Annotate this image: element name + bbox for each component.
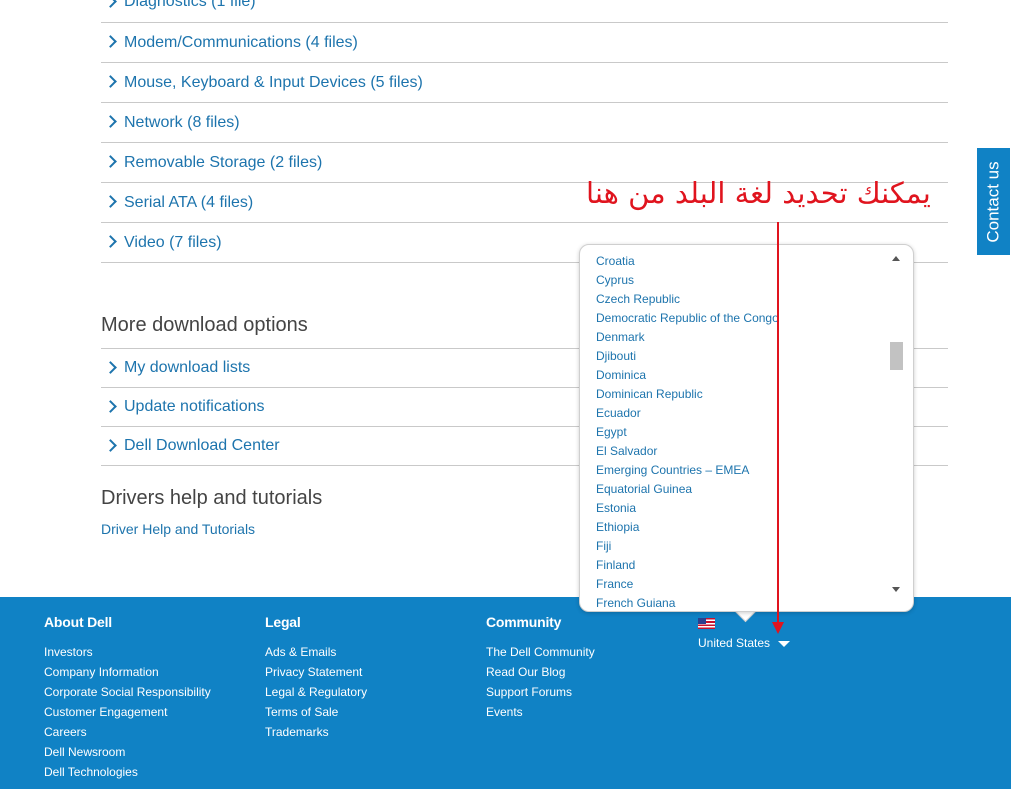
chevron-right-icon xyxy=(104,75,117,88)
country-option[interactable]: Democratic Republic of the Congo xyxy=(596,309,779,328)
country-option[interactable]: Djibouti xyxy=(596,347,779,366)
footer-link[interactable]: Terms of Sale xyxy=(265,704,367,724)
us-flag-icon xyxy=(698,618,715,629)
footer-community-title: Community xyxy=(486,614,562,630)
country-option[interactable]: Finland xyxy=(596,556,779,575)
country-option[interactable]: Emerging Countries – EMEA xyxy=(596,461,779,480)
footer: About Dell Investors Company Information… xyxy=(0,597,1011,789)
chevron-right-icon xyxy=(104,195,117,208)
country-option[interactable]: Estonia xyxy=(596,499,779,518)
chevron-right-icon xyxy=(104,235,117,248)
annotation-text: يمكنك تحديد لغة البلد من هنا xyxy=(586,176,931,210)
dropdown-scrollbar[interactable] xyxy=(888,250,905,600)
scroll-up-arrow-icon[interactable] xyxy=(892,256,900,261)
country-dropdown[interactable]: Croatia Cyprus Czech Republic Democratic… xyxy=(579,244,914,612)
country-option[interactable]: Ethiopia xyxy=(596,518,779,537)
country-option[interactable]: Czech Republic xyxy=(596,290,779,309)
footer-link[interactable]: Trademarks xyxy=(265,724,367,744)
chevron-right-icon xyxy=(104,115,117,128)
footer-link[interactable]: Careers xyxy=(44,724,211,744)
scrollbar-thumb[interactable] xyxy=(890,342,903,370)
footer-link[interactable]: Support Forums xyxy=(486,684,595,704)
more-download-options-title: More download options xyxy=(101,314,308,336)
chevron-right-icon xyxy=(104,155,117,168)
footer-legal-title: Legal xyxy=(265,614,301,630)
country-option[interactable]: Cyprus xyxy=(596,271,779,290)
country-list: Croatia Cyprus Czech Republic Democratic… xyxy=(596,252,779,611)
country-option[interactable]: Dominica xyxy=(596,366,779,385)
footer-community-column: Community The Dell Community Read Our Bl… xyxy=(486,614,595,724)
driver-category-list: Diagnostics (1 file) Modem/Communication… xyxy=(101,0,948,263)
footer-link[interactable]: Read Our Blog xyxy=(486,664,595,684)
footer-link[interactable]: The Dell Community xyxy=(486,644,595,664)
caret-down-icon xyxy=(778,640,791,647)
drivers-help-title: Drivers help and tutorials xyxy=(101,487,323,509)
footer-link[interactable]: Dell Technologies xyxy=(44,764,211,784)
driver-category-item[interactable]: Mouse, Keyboard & Input Devices (5 files… xyxy=(101,63,948,103)
country-selector-label: United States xyxy=(698,636,771,650)
country-option[interactable]: Fiji xyxy=(596,537,779,556)
footer-about-title: About Dell xyxy=(44,614,112,630)
chevron-right-icon xyxy=(104,0,117,8)
country-option[interactable]: El Salvador xyxy=(596,442,779,461)
chevron-right-icon xyxy=(104,399,117,413)
country-option[interactable]: Croatia xyxy=(596,252,779,271)
chevron-right-icon xyxy=(104,35,117,48)
contact-us-tab[interactable]: Contact us xyxy=(977,148,1010,255)
contact-us-label: Contact us xyxy=(983,160,1003,243)
footer-link[interactable]: Investors xyxy=(44,644,211,664)
footer-link[interactable]: Privacy Statement xyxy=(265,664,367,684)
footer-link[interactable]: Legal & Regulatory xyxy=(265,684,367,704)
chevron-right-icon xyxy=(104,360,117,374)
footer-link[interactable]: Dell Newsroom xyxy=(44,744,211,764)
annotation-arrow-head-icon xyxy=(772,622,784,634)
footer-link[interactable]: Corporate Social Responsibility xyxy=(44,684,211,704)
country-option[interactable]: Dominican Republic xyxy=(596,385,779,404)
footer-link[interactable]: Ads & Emails xyxy=(265,644,367,664)
driver-category-item[interactable]: Diagnostics (1 file) xyxy=(101,0,948,23)
annotation-arrow-line xyxy=(777,222,779,624)
chevron-right-icon xyxy=(104,438,117,452)
country-option[interactable]: Egypt xyxy=(596,423,779,442)
country-option[interactable]: Ecuador xyxy=(596,404,779,423)
country-option[interactable]: Equatorial Guinea xyxy=(596,480,779,499)
driver-category-item[interactable]: Network (8 files) xyxy=(101,103,948,143)
footer-about-column: About Dell Investors Company Information… xyxy=(44,614,211,784)
footer-legal-column: Legal Ads & Emails Privacy Statement Leg… xyxy=(265,614,367,744)
footer-link[interactable]: Company Information xyxy=(44,664,211,684)
footer-link[interactable]: Events xyxy=(486,704,595,724)
country-option[interactable]: Denmark xyxy=(596,328,779,347)
scroll-down-arrow-icon[interactable] xyxy=(892,587,900,592)
country-option[interactable]: France xyxy=(596,575,779,594)
country-option[interactable]: French Guiana xyxy=(596,594,779,611)
driver-category-item[interactable]: Modem/Communications (4 files) xyxy=(101,23,948,63)
footer-link[interactable]: Customer Engagement xyxy=(44,704,211,724)
driver-help-link[interactable]: Driver Help and Tutorials xyxy=(101,521,255,537)
